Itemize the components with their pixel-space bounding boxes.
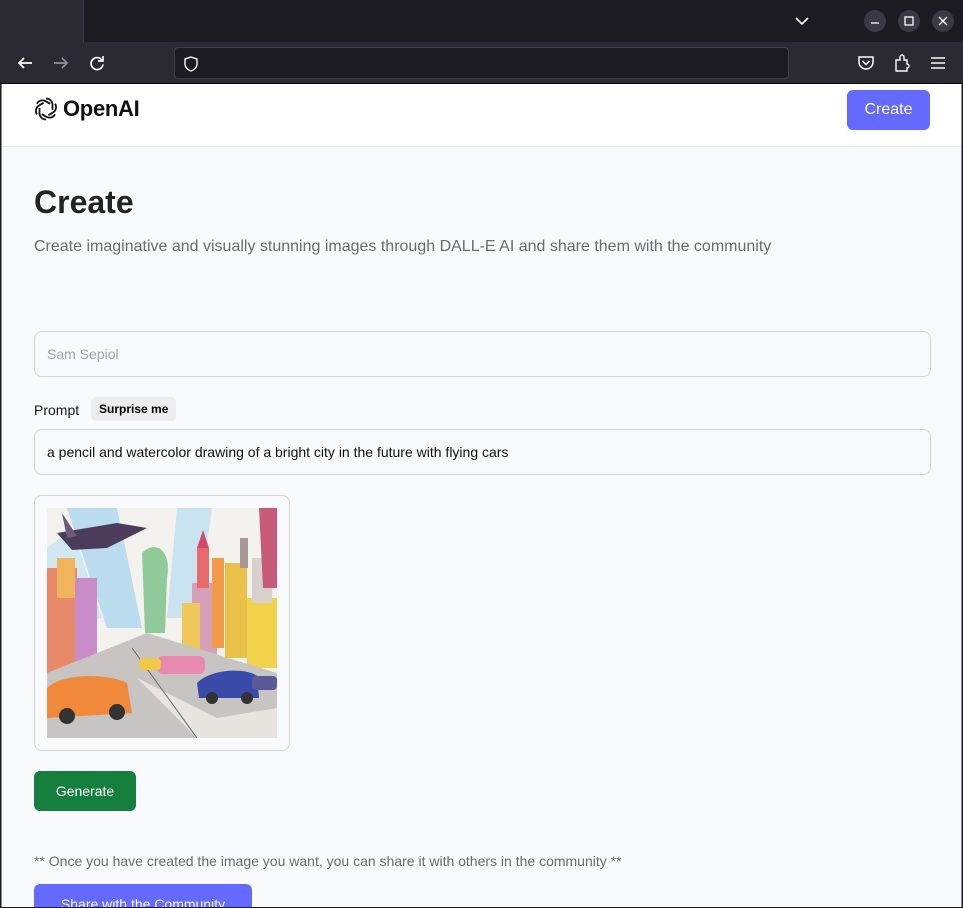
reload-icon[interactable] [86, 52, 108, 74]
extensions-icon[interactable] [891, 52, 913, 74]
maximize-icon[interactable] [898, 10, 920, 32]
logo-text: OpenAI [63, 96, 140, 121]
minimize-icon[interactable] [864, 10, 886, 32]
openai-logo[interactable]: OpenAI [33, 96, 140, 122]
page: OpenAI Create Create Create imaginative … [1, 84, 962, 907]
list-tabs-icon[interactable] [790, 10, 814, 32]
prompt-label: Prompt [34, 402, 80, 418]
page-subtitle: Create imaginative and visually stunning… [34, 238, 772, 255]
share-note: ** Once you have created the image you w… [34, 853, 622, 869]
prompt-input[interactable] [34, 429, 931, 475]
openai-logo-icon [35, 97, 57, 121]
url-bar[interactable] [174, 47, 789, 79]
generated-image [47, 508, 277, 738]
pocket-icon[interactable] [855, 52, 877, 74]
site-header: OpenAI Create [2, 84, 961, 147]
browser-tab-strip [0, 0, 963, 42]
image-preview-box [34, 495, 290, 751]
back-arrow-icon[interactable] [14, 52, 36, 74]
browser-tab[interactable] [0, 0, 84, 42]
create-nav-button[interactable]: Create [847, 90, 930, 130]
menu-icon[interactable] [927, 52, 949, 74]
page-title: Create [34, 184, 134, 220]
forward-arrow-icon[interactable] [50, 52, 72, 74]
shield-icon[interactable] [182, 55, 200, 78]
share-community-button[interactable]: Share with the Community [34, 884, 252, 907]
name-input[interactable] [34, 331, 931, 377]
surprise-me-button[interactable]: Surprise me [91, 397, 177, 421]
generate-button[interactable]: Generate [34, 771, 136, 811]
close-icon[interactable] [932, 10, 954, 32]
